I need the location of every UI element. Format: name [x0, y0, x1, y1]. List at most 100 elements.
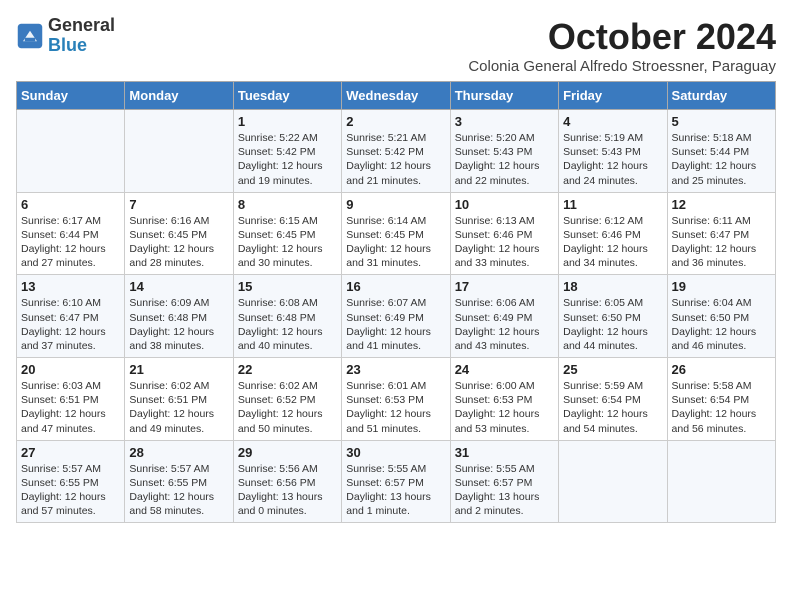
day-number: 3 — [455, 114, 554, 129]
day-number: 19 — [672, 279, 771, 294]
header-day-friday: Friday — [559, 82, 667, 110]
day-cell: 2Sunrise: 5:21 AM Sunset: 5:42 PM Daylig… — [342, 110, 450, 193]
day-info: Sunrise: 6:09 AM Sunset: 6:48 PM Dayligh… — [129, 296, 228, 353]
day-info: Sunrise: 5:55 AM Sunset: 6:57 PM Dayligh… — [346, 462, 445, 519]
day-cell — [125, 110, 233, 193]
day-number: 11 — [563, 197, 662, 212]
day-cell: 1 Sunrise: 5:22 AM Sunset: 5:42 PM Daylig… — [233, 110, 341, 193]
calendar-table: SundayMondayTuesdayWednesdayThursdayFrid… — [16, 81, 776, 523]
header-day-wednesday: Wednesday — [342, 82, 450, 110]
day-cell: 7 Sunrise: 6:16 AM Sunset: 6:45 PM Daylig… — [125, 192, 233, 275]
day-info: Sunrise: 6:02 AM Sunset: 6:52 PM Dayligh… — [238, 379, 337, 436]
logo-text: General Blue — [48, 16, 115, 56]
location-subtitle: Colonia General Alfredo Stroessner, Para… — [468, 58, 776, 75]
day-cell: 5Sunrise: 5:18 AM Sunset: 5:44 PM Daylig… — [667, 110, 775, 193]
day-info: Sunrise: 6:00 AM Sunset: 6:53 PM Dayligh… — [455, 379, 554, 436]
header-day-sunday: Sunday — [17, 82, 125, 110]
day-number: 1 — [238, 114, 337, 129]
header-day-saturday: Saturday — [667, 82, 775, 110]
day-number: 9 — [346, 197, 445, 212]
day-info: Sunrise: 5:22 AM Sunset: 5:42 PM Dayligh… — [238, 131, 337, 188]
day-cell: 13 Sunrise: 6:10 AM Sunset: 6:47 PM Dayli… — [17, 275, 125, 358]
day-number: 8 — [238, 197, 337, 212]
day-cell: 29 Sunrise: 5:56 AM Sunset: 6:56 PM Dayli… — [233, 440, 341, 523]
month-title: October 2024 — [468, 16, 776, 58]
day-info: Sunrise: 5:57 AM Sunset: 6:55 PM Dayligh… — [129, 462, 228, 519]
day-cell: 27 Sunrise: 5:57 AM Sunset: 6:55 PM Dayli… — [17, 440, 125, 523]
day-number: 28 — [129, 445, 228, 460]
day-cell: 8 Sunrise: 6:15 AM Sunset: 6:45 PM Daylig… — [233, 192, 341, 275]
day-cell: 3 Sunrise: 5:20 AM Sunset: 5:43 PM Daylig… — [450, 110, 558, 193]
day-cell — [559, 440, 667, 523]
day-info: Sunrise: 5:58 AM Sunset: 6:54 PM Dayligh… — [672, 379, 771, 436]
day-cell: 19Sunrise: 6:04 AM Sunset: 6:50 PM Dayli… — [667, 275, 775, 358]
day-number: 10 — [455, 197, 554, 212]
day-cell: 11 Sunrise: 6:12 AM Sunset: 6:46 PM Dayli… — [559, 192, 667, 275]
day-cell — [667, 440, 775, 523]
day-info: Sunrise: 6:16 AM Sunset: 6:45 PM Dayligh… — [129, 214, 228, 271]
day-cell: 17 Sunrise: 6:06 AM Sunset: 6:49 PM Dayli… — [450, 275, 558, 358]
title-block: October 2024 Colonia General Alfredo Str… — [468, 16, 776, 75]
day-cell: 9Sunrise: 6:14 AM Sunset: 6:45 PM Daylig… — [342, 192, 450, 275]
day-info: Sunrise: 5:19 AM Sunset: 5:43 PM Dayligh… — [563, 131, 662, 188]
day-info: Sunrise: 5:57 AM Sunset: 6:55 PM Dayligh… — [21, 462, 120, 519]
day-cell: 18Sunrise: 6:05 AM Sunset: 6:50 PM Dayli… — [559, 275, 667, 358]
day-number: 23 — [346, 362, 445, 377]
week-row-5: 27 Sunrise: 5:57 AM Sunset: 6:55 PM Dayli… — [17, 440, 776, 523]
day-cell: 28 Sunrise: 5:57 AM Sunset: 6:55 PM Dayli… — [125, 440, 233, 523]
header-day-tuesday: Tuesday — [233, 82, 341, 110]
day-number: 31 — [455, 445, 554, 460]
day-cell: 14 Sunrise: 6:09 AM Sunset: 6:48 PM Dayli… — [125, 275, 233, 358]
day-number: 20 — [21, 362, 120, 377]
day-cell — [17, 110, 125, 193]
day-info: Sunrise: 6:07 AM Sunset: 6:49 PM Dayligh… — [346, 296, 445, 353]
day-number: 27 — [21, 445, 120, 460]
day-info: Sunrise: 6:17 AM Sunset: 6:44 PM Dayligh… — [21, 214, 120, 271]
day-cell: 25Sunrise: 5:59 AM Sunset: 6:54 PM Dayli… — [559, 358, 667, 441]
logo: General Blue — [16, 16, 115, 56]
day-cell: 15Sunrise: 6:08 AM Sunset: 6:48 PM Dayli… — [233, 275, 341, 358]
day-info: Sunrise: 5:56 AM Sunset: 6:56 PM Dayligh… — [238, 462, 337, 519]
day-number: 7 — [129, 197, 228, 212]
day-cell: 30 Sunrise: 5:55 AM Sunset: 6:57 PM Dayli… — [342, 440, 450, 523]
day-cell: 26 Sunrise: 5:58 AM Sunset: 6:54 PM Dayli… — [667, 358, 775, 441]
day-info: Sunrise: 6:12 AM Sunset: 6:46 PM Dayligh… — [563, 214, 662, 271]
day-number: 14 — [129, 279, 228, 294]
day-number: 6 — [21, 197, 120, 212]
day-cell: 4 Sunrise: 5:19 AM Sunset: 5:43 PM Daylig… — [559, 110, 667, 193]
day-number: 26 — [672, 362, 771, 377]
day-cell: 24 Sunrise: 6:00 AM Sunset: 6:53 PM Dayli… — [450, 358, 558, 441]
day-cell: 12Sunrise: 6:11 AM Sunset: 6:47 PM Dayli… — [667, 192, 775, 275]
day-info: Sunrise: 6:10 AM Sunset: 6:47 PM Dayligh… — [21, 296, 120, 353]
day-info: Sunrise: 6:01 AM Sunset: 6:53 PM Dayligh… — [346, 379, 445, 436]
day-number: 24 — [455, 362, 554, 377]
day-info: Sunrise: 5:18 AM Sunset: 5:44 PM Dayligh… — [672, 131, 771, 188]
day-info: Sunrise: 6:06 AM Sunset: 6:49 PM Dayligh… — [455, 296, 554, 353]
day-number: 13 — [21, 279, 120, 294]
day-number: 29 — [238, 445, 337, 460]
day-number: 25 — [563, 362, 662, 377]
day-cell: 6 Sunrise: 6:17 AM Sunset: 6:44 PM Daylig… — [17, 192, 125, 275]
week-row-4: 20Sunrise: 6:03 AM Sunset: 6:51 PM Dayli… — [17, 358, 776, 441]
logo-blue: Blue — [48, 36, 115, 56]
day-info: Sunrise: 6:15 AM Sunset: 6:45 PM Dayligh… — [238, 214, 337, 271]
day-cell: 10 Sunrise: 6:13 AM Sunset: 6:46 PM Dayli… — [450, 192, 558, 275]
day-info: Sunrise: 5:21 AM Sunset: 5:42 PM Dayligh… — [346, 131, 445, 188]
day-info: Sunrise: 5:20 AM Sunset: 5:43 PM Dayligh… — [455, 131, 554, 188]
day-number: 30 — [346, 445, 445, 460]
header-day-monday: Monday — [125, 82, 233, 110]
day-info: Sunrise: 5:55 AM Sunset: 6:57 PM Dayligh… — [455, 462, 554, 519]
day-cell: 20Sunrise: 6:03 AM Sunset: 6:51 PM Dayli… — [17, 358, 125, 441]
calendar-header: SundayMondayTuesdayWednesdayThursdayFrid… — [17, 82, 776, 110]
day-info: Sunrise: 6:02 AM Sunset: 6:51 PM Dayligh… — [129, 379, 228, 436]
day-number: 12 — [672, 197, 771, 212]
week-row-3: 13 Sunrise: 6:10 AM Sunset: 6:47 PM Dayli… — [17, 275, 776, 358]
day-cell: 31 Sunrise: 5:55 AM Sunset: 6:57 PM Dayli… — [450, 440, 558, 523]
week-row-1: 1 Sunrise: 5:22 AM Sunset: 5:42 PM Daylig… — [17, 110, 776, 193]
day-cell: 16 Sunrise: 6:07 AM Sunset: 6:49 PM Dayli… — [342, 275, 450, 358]
day-number: 17 — [455, 279, 554, 294]
day-number: 16 — [346, 279, 445, 294]
day-number: 4 — [563, 114, 662, 129]
day-info: Sunrise: 6:13 AM Sunset: 6:46 PM Dayligh… — [455, 214, 554, 271]
week-row-2: 6 Sunrise: 6:17 AM Sunset: 6:44 PM Daylig… — [17, 192, 776, 275]
